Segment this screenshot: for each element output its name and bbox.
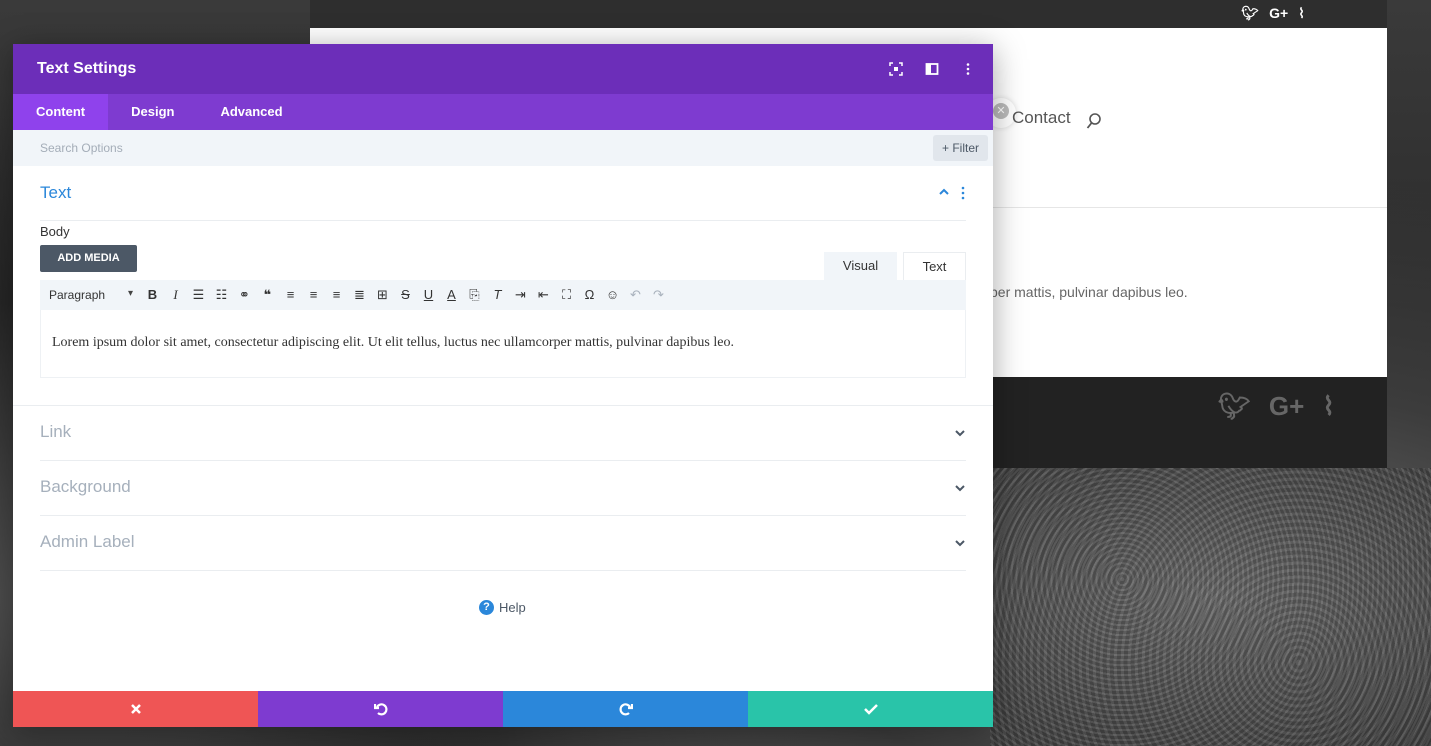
align-center-icon[interactable]: ≡ <box>302 284 325 306</box>
table-icon[interactable]: ⊞ <box>371 284 394 306</box>
undo-icon <box>373 703 387 716</box>
special-character-icon[interactable]: Ω <box>578 284 601 306</box>
justify-icon[interactable]: ≣ <box>348 284 371 306</box>
paste-icon[interactable]: ⎘ <box>463 284 486 306</box>
rss-icon[interactable]: ⌇ <box>1322 391 1335 422</box>
body-editor[interactable]: Lorem ipsum dolor sit amet, consectetur … <box>40 310 966 378</box>
emoji-icon[interactable]: ☺ <box>601 284 624 306</box>
section-options-icon[interactable] <box>960 186 966 200</box>
chevron-up-icon[interactable] <box>938 186 950 198</box>
settings-tabs: Content Design Advanced <box>13 94 993 130</box>
toggle-title: Link <box>40 422 72 441</box>
fullscreen-icon[interactable] <box>889 62 903 76</box>
text-section-header[interactable]: Text <box>40 166 966 221</box>
toggle-title: Background <box>40 477 131 496</box>
google-plus-icon[interactable]: G+ <box>1269 391 1304 422</box>
redo-icon[interactable]: ↷ <box>647 284 670 306</box>
twitter-icon[interactable]: 🐦︎ <box>1218 391 1251 422</box>
twitter-icon[interactable]: 🐦︎ <box>1241 5 1259 22</box>
footer-social-links: 🐦︎ G+ ⌇ <box>1218 391 1335 422</box>
chevron-down-icon[interactable] <box>954 482 966 494</box>
toggle-background[interactable]: Background <box>40 461 966 516</box>
text-settings-modal: Text Settings Content Design Advanced + … <box>13 44 993 727</box>
body-label: Body <box>40 224 70 239</box>
fullscreen-editor-icon[interactable]: ⛶ <box>555 284 578 306</box>
modal-header-icons <box>889 62 975 76</box>
site-top-bar: 🐦︎ G+ ⌇ <box>310 0 1387 28</box>
modal-header[interactable]: Text Settings <box>13 44 993 94</box>
tab-design[interactable]: Design <box>108 94 197 130</box>
undo-button[interactable] <box>258 691 503 727</box>
chevron-down-icon[interactable] <box>954 427 966 439</box>
add-media-button[interactable]: ADD MEDIA <box>40 245 137 272</box>
format-select[interactable]: Paragraph <box>49 288 141 302</box>
tab-text[interactable]: Text <box>903 252 966 280</box>
filter-button[interactable]: + Filter <box>932 135 988 161</box>
background-foliage <box>990 468 1431 746</box>
redo-icon <box>619 703 633 716</box>
editor-mode-tabs: Visual Text <box>824 252 966 280</box>
close-icon <box>130 704 141 714</box>
align-right-icon[interactable]: ≡ <box>325 284 348 306</box>
tab-visual[interactable]: Visual <box>824 252 897 280</box>
modal-footer <box>13 691 993 727</box>
align-left-icon[interactable]: ≡ <box>279 284 302 306</box>
help-label: Help <box>499 600 526 615</box>
cancel-button[interactable] <box>13 691 258 727</box>
search-options-input[interactable] <box>13 130 913 166</box>
outdent-icon[interactable]: ⇤ <box>532 284 555 306</box>
toggle-title: Admin Label <box>40 532 135 551</box>
chevron-down-icon[interactable] <box>954 537 966 549</box>
google-plus-icon[interactable]: G+ <box>1269 5 1288 22</box>
toggle-admin-label[interactable]: Admin Label <box>40 516 966 571</box>
rss-icon[interactable]: ⌇ <box>1298 5 1305 22</box>
top-social-links: 🐦︎ G+ ⌇ <box>1241 5 1305 22</box>
italic-icon[interactable]: I <box>164 284 187 306</box>
nav-item-contact[interactable]: Contact <box>1012 108 1071 128</box>
strikethrough-icon[interactable]: S <box>394 284 417 306</box>
tab-content[interactable]: Content <box>13 94 109 130</box>
search-icon[interactable] <box>1086 112 1102 130</box>
link-icon[interactable]: ⚭ <box>233 284 256 306</box>
numbered-list-icon[interactable]: ☷ <box>210 284 233 306</box>
split-view-icon[interactable] <box>925 62 939 76</box>
clear-format-icon[interactable]: T <box>486 284 509 306</box>
help-icon: ? <box>479 600 494 615</box>
indent-icon[interactable]: ⇥ <box>509 284 532 306</box>
modal-title: Text Settings <box>37 60 137 77</box>
toggle-link[interactable]: Link <box>40 406 966 461</box>
text-color-icon[interactable]: A <box>440 284 463 306</box>
underline-icon[interactable]: U <box>417 284 440 306</box>
check-icon <box>863 704 878 715</box>
redo-button[interactable] <box>503 691 748 727</box>
undo-icon[interactable]: ↶ <box>624 284 647 306</box>
site-body-text: per mattis, pulvinar dapibus leo. <box>990 284 1188 300</box>
search-row: + Filter <box>13 130 993 166</box>
bold-icon[interactable]: B <box>141 284 164 306</box>
bullet-list-icon[interactable]: ☰ <box>187 284 210 306</box>
more-options-icon[interactable] <box>961 62 975 76</box>
blockquote-icon[interactable]: ❝ <box>256 284 279 306</box>
help-link[interactable]: ? Help <box>479 600 526 615</box>
editor-toolbar: Paragraph B I ☰ ☷ ⚭ ❝ ≡ ≡ ≡ ≣ ⊞ S U A ⎘ … <box>40 280 966 310</box>
tab-advanced[interactable]: Advanced <box>197 94 305 130</box>
section-title-text: Text <box>40 183 72 202</box>
save-button[interactable] <box>748 691 993 727</box>
text-section: Text <box>13 166 993 221</box>
